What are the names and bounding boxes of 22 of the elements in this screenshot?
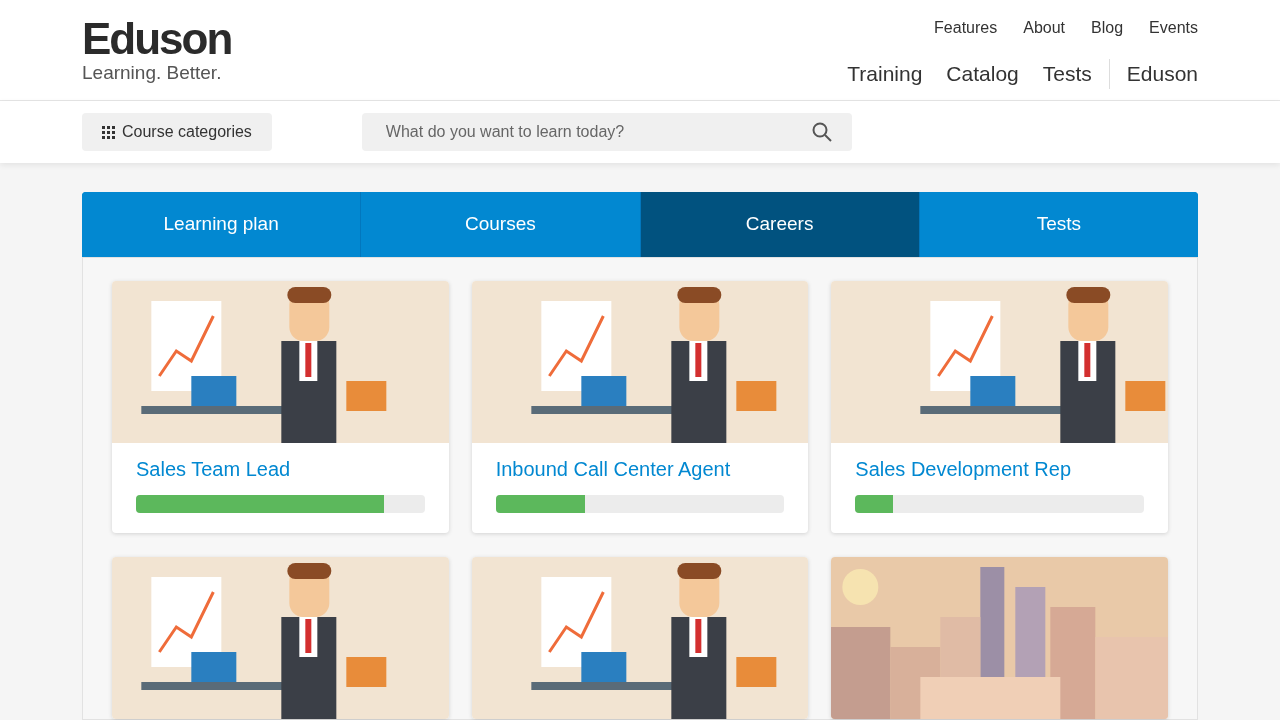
nav-link[interactable]: Features xyxy=(934,16,998,40)
nav-link[interactable]: Blog xyxy=(1091,16,1124,40)
search-icon[interactable] xyxy=(811,122,832,143)
tab[interactable]: Tests xyxy=(918,192,1198,257)
card-title[interactable]: Sales Team Lead xyxy=(136,457,425,481)
logo-tagline: Learning. Better. xyxy=(82,62,223,84)
grid-icon xyxy=(102,125,115,139)
career-card[interactable]: Sales Team Lead xyxy=(112,281,449,533)
tab[interactable]: Careers xyxy=(639,192,919,257)
nav-link[interactable]: Catalog xyxy=(946,58,1019,90)
nav-link[interactable]: About xyxy=(1023,16,1066,40)
career-card[interactable]: Inbound Call Center Agent xyxy=(471,281,809,533)
nav-link[interactable]: Events xyxy=(1149,16,1198,40)
nav-link[interactable]: Tests xyxy=(1042,58,1092,90)
card-title[interactable]: Sales Development Rep xyxy=(855,457,1144,481)
nav-link[interactable]: Training xyxy=(847,58,923,90)
search-field[interactable]: What do you want to learn today? xyxy=(361,113,852,152)
card-title[interactable]: Inbound Call Center Agent xyxy=(495,457,785,481)
career-card[interactable]: Sales Development Rep xyxy=(831,281,1168,533)
nav-link[interactable]: Eduson xyxy=(1126,58,1198,90)
categories-button[interactable]: Course categories xyxy=(82,113,272,152)
logo-wordmark[interactable]: Eduson xyxy=(82,16,232,62)
